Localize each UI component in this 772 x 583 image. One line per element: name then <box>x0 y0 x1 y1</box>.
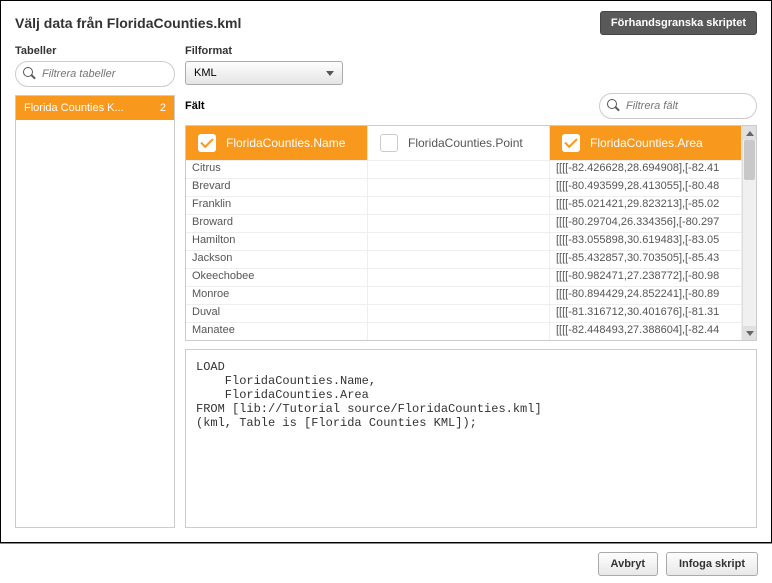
table-row[interactable]: Okeechobee [[[[-80.982471,27.238772],[-80… <box>186 268 742 286</box>
table-item-count: 2 <box>160 102 166 114</box>
cell-name: Manatee <box>186 323 368 340</box>
dialog-title: Välj data från FloridaCounties.kml <box>15 15 241 31</box>
column-headers: FloridaCounties.Name FloridaCounties.Poi… <box>186 126 742 160</box>
cell-point <box>368 215 550 232</box>
cell-name: Broward <box>186 215 368 232</box>
chevron-down-icon <box>326 71 334 76</box>
cell-area: [[[[-82.426628,28.694908],[-82.41 <box>550 161 742 178</box>
cell-name: Duval <box>186 305 368 322</box>
fields-filter-input[interactable] <box>626 100 748 112</box>
cell-area: [[[[-85.432857,30.703505],[-85.43 <box>550 251 742 268</box>
dialog-footer: Avbryt Infoga skript <box>0 543 772 583</box>
dialog-header: Välj data från FloridaCounties.kml Förha… <box>1 1 771 45</box>
search-icon <box>606 98 620 112</box>
table-row[interactable]: Citrus [[[[-82.426628,28.694908],[-82.41 <box>186 160 742 178</box>
tables-label: Tabeller <box>15 45 175 57</box>
fields-filter-input-wrap[interactable] <box>599 93 757 119</box>
checkbox-checked-icon[interactable] <box>198 134 216 152</box>
checkbox-unchecked-icon[interactable] <box>380 134 398 152</box>
cell-point <box>368 251 550 268</box>
cell-name: Okeechobee <box>186 269 368 286</box>
cell-point <box>368 305 550 322</box>
cell-point <box>368 233 550 250</box>
table-item[interactable]: Florida Counties K... 2 <box>16 96 174 120</box>
cell-area: [[[[-82.448493,27.388604],[-82.44 <box>550 323 742 340</box>
tables-list: Florida Counties K... 2 <box>15 95 175 528</box>
tables-filter-input-wrap[interactable] <box>15 61 175 87</box>
cell-name: Franklin <box>186 197 368 214</box>
table-row[interactable]: Monroe [[[[-80.894429,24.852241],[-80.89 <box>186 286 742 304</box>
insert-script-button[interactable]: Infoga skript <box>666 552 758 576</box>
cell-area: [[[[-80.982471,27.238772],[-80.98 <box>550 269 742 286</box>
search-icon <box>22 66 36 80</box>
column-header-name[interactable]: FloridaCounties.Name <box>186 126 368 160</box>
vertical-scrollbar[interactable] <box>742 126 756 340</box>
column-header-point[interactable]: FloridaCounties.Point <box>368 126 550 160</box>
fields-grid: FloridaCounties.Name FloridaCounties.Poi… <box>185 125 757 341</box>
tables-filter-input[interactable] <box>42 68 166 80</box>
checkbox-checked-icon[interactable] <box>562 134 580 152</box>
cell-area: [[[[-85.021421,29.823213],[-85.02 <box>550 197 742 214</box>
fields-label: Fält <box>185 100 205 112</box>
cell-name: Jackson <box>186 251 368 268</box>
cell-point <box>368 269 550 286</box>
scroll-thumb[interactable] <box>744 140 755 180</box>
cell-point <box>368 197 550 214</box>
scroll-down-button[interactable] <box>743 326 756 340</box>
table-item-name: Florida Counties K... <box>24 102 124 114</box>
cell-area: [[[[-80.894429,24.852241],[-80.89 <box>550 287 742 304</box>
table-row[interactable]: Franklin [[[[-85.021421,29.823213],[-85.0… <box>186 196 742 214</box>
cell-area: [[[[-81.316712,30.401676],[-81.31 <box>550 305 742 322</box>
table-row[interactable]: Manatee [[[[-82.448493,27.388604],[-82.44 <box>186 322 742 340</box>
cell-name: Brevard <box>186 179 368 196</box>
cell-name: Hamilton <box>186 233 368 250</box>
file-format-select[interactable]: KML <box>185 61 343 85</box>
format-selected-value: KML <box>194 67 217 79</box>
table-row[interactable]: Broward [[[[-80.29704,26.334356],[-80.297 <box>186 214 742 232</box>
script-preview[interactable]: LOAD FloridaCounties.Name, FloridaCounti… <box>185 349 757 528</box>
scroll-track[interactable] <box>743 140 756 326</box>
cell-area: [[[[-80.493599,28.413055],[-80.48 <box>550 179 742 196</box>
format-label: Filformat <box>185 45 343 57</box>
table-row[interactable]: Duval [[[[-81.316712,30.401676],[-81.31 <box>186 304 742 322</box>
triangle-down-icon <box>746 331 754 336</box>
cancel-button[interactable]: Avbryt <box>598 552 658 576</box>
cell-point <box>368 323 550 340</box>
cell-area: [[[[-83.055898,30.619483],[-83.05 <box>550 233 742 250</box>
cell-name: Monroe <box>186 287 368 304</box>
cell-point <box>368 179 550 196</box>
scroll-up-button[interactable] <box>743 126 756 140</box>
triangle-up-icon <box>746 131 754 136</box>
cell-point <box>368 287 550 304</box>
table-row[interactable]: Brevard [[[[-80.493599,28.413055],[-80.48 <box>186 178 742 196</box>
cell-name: Citrus <box>186 161 368 178</box>
table-row[interactable]: Hamilton [[[[-83.055898,30.619483],[-83.0… <box>186 232 742 250</box>
cell-point <box>368 161 550 178</box>
table-row[interactable]: Jackson [[[[-85.432857,30.703505],[-85.43 <box>186 250 742 268</box>
column-header-area[interactable]: FloridaCounties.Area <box>550 126 742 160</box>
preview-script-button[interactable]: Förhandsgranska skriptet <box>600 11 757 35</box>
cell-area: [[[[-80.29704,26.334356],[-80.297 <box>550 215 742 232</box>
